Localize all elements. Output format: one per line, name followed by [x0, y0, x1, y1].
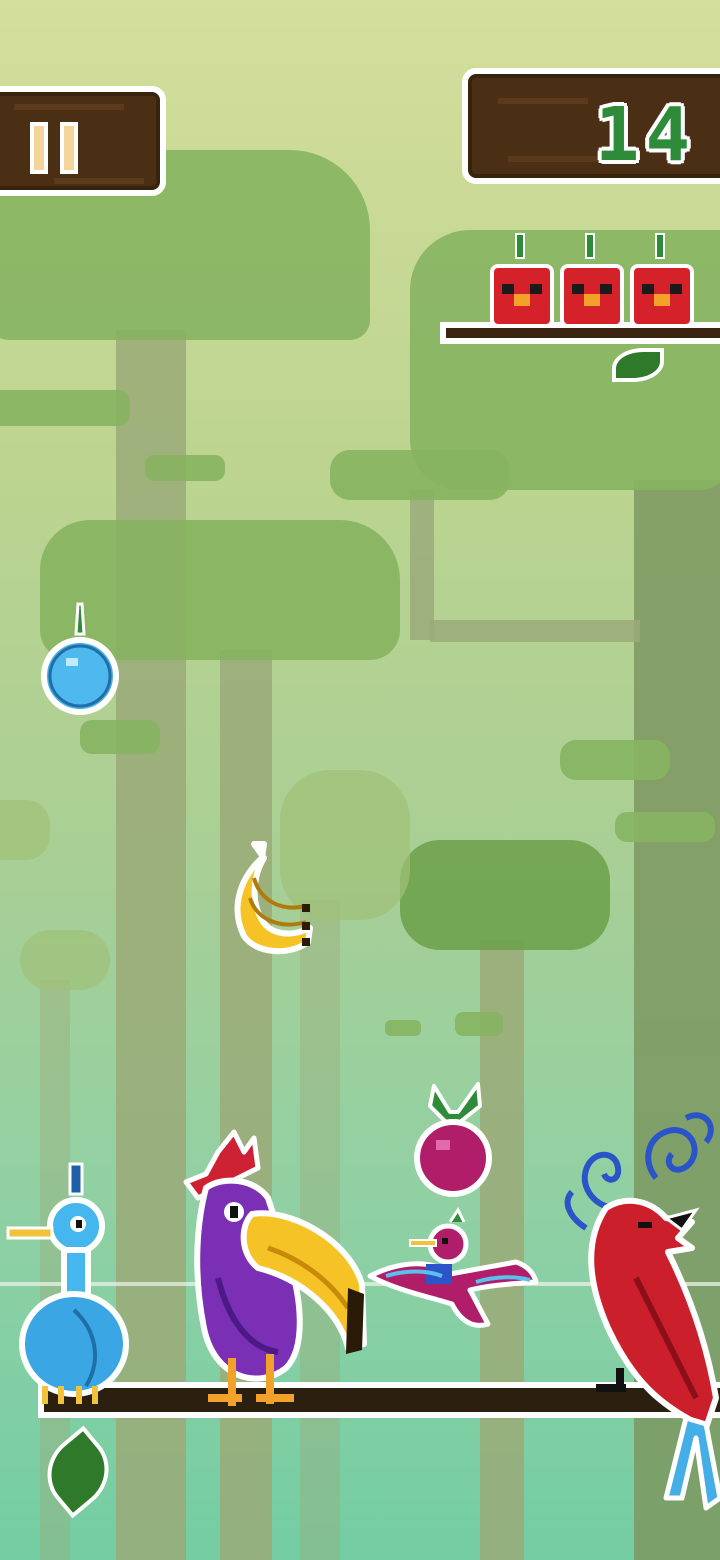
life-bird-icon [560, 233, 624, 328]
score-panel: 14 [462, 68, 720, 184]
life-bird-icon [630, 233, 694, 328]
plum-icon[interactable] [410, 1076, 496, 1200]
life-bird-icon [490, 233, 554, 328]
tree-canopy [385, 1020, 421, 1036]
tree-branch-bg [410, 490, 434, 640]
game-scene[interactable]: 14 [0, 0, 720, 1560]
tree-branch-bg [430, 620, 640, 642]
tree-canopy [0, 390, 130, 426]
tree-canopy [400, 840, 610, 950]
lives-indicator [488, 232, 698, 328]
pink-hummingbird-bird[interactable] [366, 1204, 542, 1336]
pause-button[interactable] [0, 86, 166, 196]
score-value: 14 [594, 92, 696, 178]
tree-canopy-far [0, 800, 50, 860]
red-cardinal-bird[interactable] [556, 1098, 720, 1528]
tree-canopy [80, 720, 160, 754]
tree-trunk [220, 650, 272, 1560]
tree-canopy [615, 812, 715, 842]
blueberry-icon[interactable] [38, 600, 122, 720]
banana-icon[interactable] [220, 838, 316, 962]
pause-icon [0, 92, 160, 190]
tree-canopy-far [20, 930, 110, 990]
purple-toucan-bird[interactable] [178, 1128, 378, 1412]
tree-canopy [455, 1012, 503, 1036]
tree-canopy [145, 455, 225, 481]
tree-canopy [560, 740, 670, 780]
blue-peacock-bird[interactable] [6, 1160, 130, 1410]
tree-canopy [330, 450, 510, 500]
